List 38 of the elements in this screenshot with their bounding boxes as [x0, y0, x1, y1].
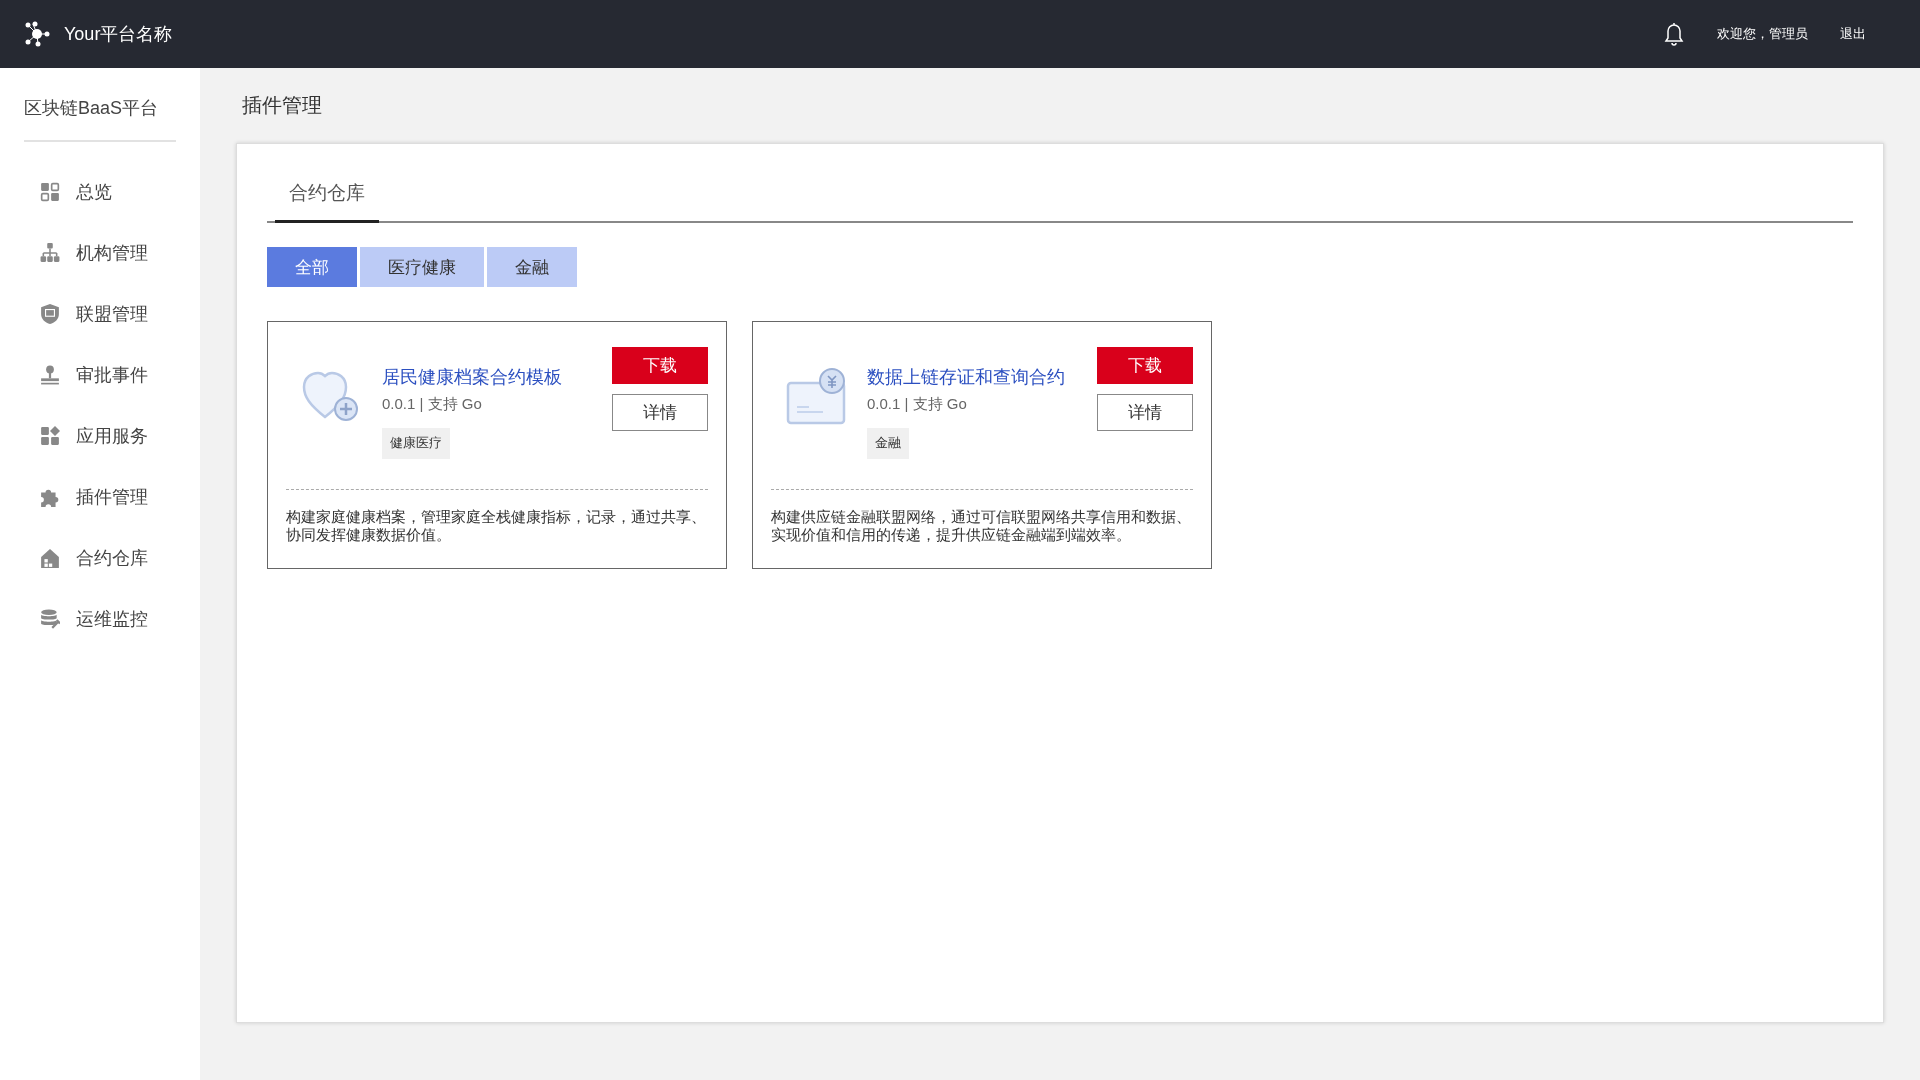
details-button[interactable]: 详情 [1097, 394, 1193, 431]
filter-button[interactable]: 医疗健康 [360, 247, 484, 287]
download-button[interactable]: 下载 [1097, 347, 1193, 384]
platform-name: Your平台名称 [64, 23, 173, 46]
menu-item-icon [40, 608, 60, 629]
sidebar-item[interactable]: 运维监控 [24, 589, 176, 648]
sidebar-title: 区块链BaaS平台 [24, 96, 176, 142]
sidebar-item[interactable]: 合约仓库 [24, 528, 176, 587]
description-text: 构建供应链金融联盟网络，通过可信联盟网络共享信用和数据、实现价值和信用的传递，提升供应链金融端到端效率。 [771, 508, 1192, 544]
filter-button[interactable]: 金融 [487, 247, 577, 287]
filter-button[interactable]: 全部 [267, 247, 357, 287]
menu-item-icon [40, 425, 60, 446]
contract-name-link[interactable]: 居民健康档案合约模板 [382, 365, 562, 389]
tab[interactable]: 合约仓库 [275, 168, 379, 223]
menu-item-icon [40, 303, 60, 324]
sidebar-item[interactable]: 应用服务 [24, 406, 176, 465]
welcome-text: 欢迎您，管理员 [1717, 25, 1808, 43]
category-tag: 金融 [867, 428, 909, 459]
contract-name-link[interactable]: 数据上链存证和查询合约 [867, 365, 1065, 389]
version-text: 0.0.1 | 支持 Go [867, 395, 967, 414]
sidebar-item[interactable]: 总览 [24, 162, 176, 221]
menu-item-icon [40, 547, 60, 568]
details-button[interactable]: 详情 [612, 394, 708, 431]
page-title: 插件管理 [242, 93, 323, 118]
sidebar-item[interactable]: 审批事件 [24, 345, 176, 404]
sidebar-item[interactable]: 联盟管理 [24, 284, 176, 343]
logout-link[interactable]: 退出 [1840, 25, 1866, 43]
menu-item-icon [40, 242, 60, 263]
menu-item-icon [40, 181, 60, 202]
description-text: 构建家庭健康档案，管理家庭全栈健康指标，记录，通过共享、协同发挥健康数据价值。 [286, 508, 707, 544]
menu-item-icon [40, 364, 60, 385]
logo-icon [24, 21, 50, 47]
sidebar-item[interactable]: 机构管理 [24, 223, 176, 282]
download-button[interactable]: 下载 [612, 347, 708, 384]
category-tag: 健康医疗 [382, 428, 450, 459]
certificate-icon [785, 365, 847, 427]
sidebar-item[interactable]: 插件管理 [24, 467, 176, 526]
version-text: 0.0.1 | 支持 Go [382, 395, 482, 414]
